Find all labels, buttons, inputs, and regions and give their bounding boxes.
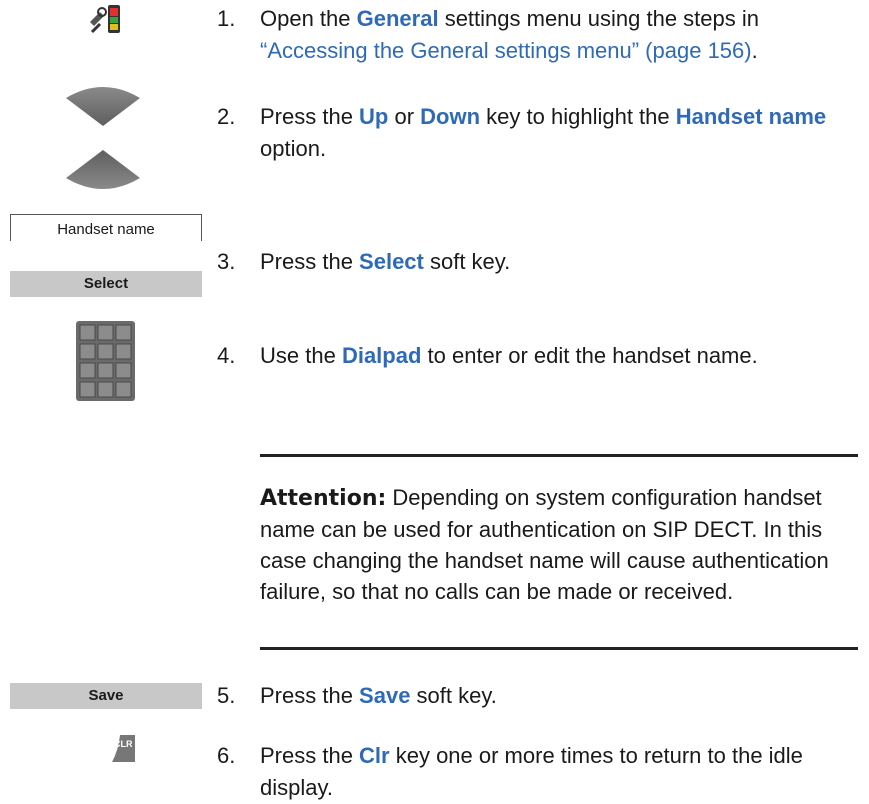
attention-label: Attention: bbox=[260, 486, 387, 511]
keyword-general: General bbox=[356, 6, 439, 31]
note-bottom-rule bbox=[260, 647, 858, 650]
step-1-number: 1. bbox=[217, 6, 236, 31]
select-softkey[interactable]: Select bbox=[10, 271, 202, 297]
step-3-text: Press the Select soft key. bbox=[260, 249, 511, 274]
clr-key-label: CLR bbox=[114, 739, 133, 749]
step-2-number: 2. bbox=[217, 104, 236, 129]
step-4-number: 4. bbox=[217, 343, 236, 368]
step-6-number: 6. bbox=[217, 743, 236, 768]
dialpad-icon bbox=[76, 321, 135, 401]
step-3-number: 3. bbox=[217, 249, 236, 274]
note-top-rule bbox=[260, 454, 858, 457]
navigation-up-down-icon bbox=[66, 84, 140, 192]
attention-note: Attention: Depending on system configura… bbox=[260, 482, 850, 607]
step-2-text: Press the Up or Down key to highlight th… bbox=[260, 104, 827, 161]
step-4-text: Use the Dialpad to enter or edit the han… bbox=[260, 343, 758, 368]
save-softkey[interactable]: Save bbox=[10, 683, 202, 709]
step-6-text: Press the Clr key one or more times to r… bbox=[260, 743, 803, 800]
page-link[interactable]: “Accessing the General settings menu” (p… bbox=[260, 38, 752, 63]
settings-handset-icon bbox=[86, 2, 126, 38]
step-1-text: Open the General settings menu using the… bbox=[260, 6, 759, 63]
step-5-number: 5. bbox=[217, 683, 236, 708]
step-5-text: Press the Save soft key. bbox=[260, 683, 497, 708]
handset-name-display: Handset name bbox=[10, 214, 202, 241]
